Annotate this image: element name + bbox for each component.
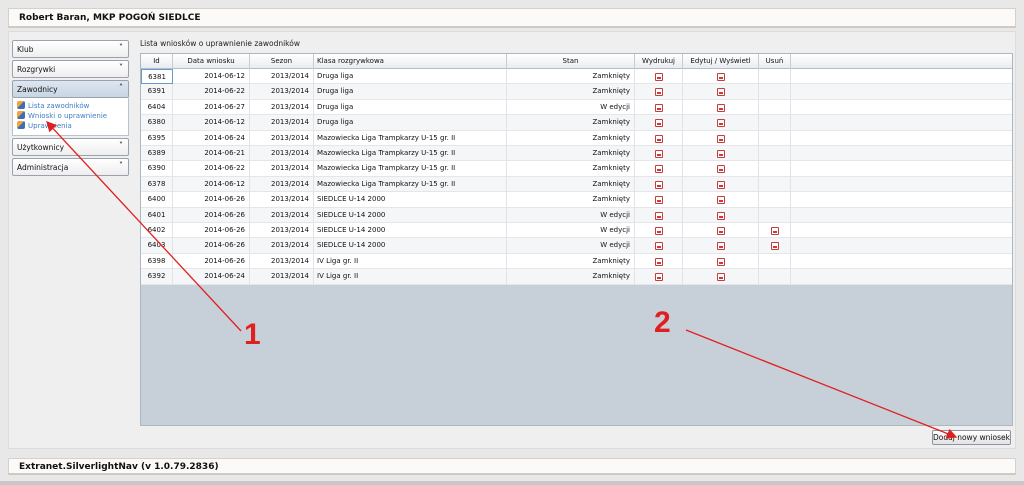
annotation-label-2: 2 xyxy=(654,306,671,339)
annotation-arrow-2 xyxy=(685,329,958,439)
annotation-arrows xyxy=(46,121,958,439)
annotation-arrow-1 xyxy=(46,121,242,332)
annotation-label-1: 1 xyxy=(244,318,261,351)
